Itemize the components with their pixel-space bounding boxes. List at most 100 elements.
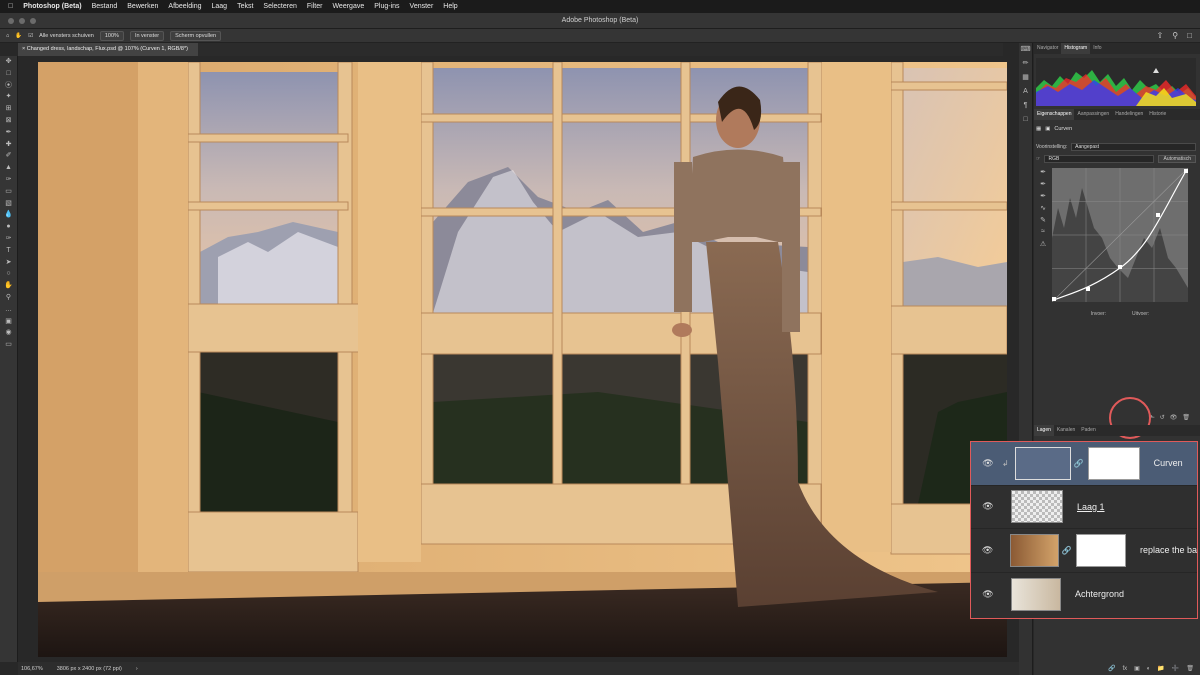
layer-name[interactable]: Curven	[1154, 458, 1183, 468]
menu-plugins[interactable]: Plug-ins	[374, 3, 399, 10]
preset-select[interactable]: Aangepast	[1071, 143, 1196, 151]
tab-historie[interactable]: Historie	[1146, 109, 1169, 120]
gray-point-eyedropper-icon[interactable]: ✒	[1037, 180, 1049, 192]
layer-thumbnail[interactable]	[1010, 533, 1059, 567]
window-controls[interactable]	[8, 18, 36, 24]
quick-mask-icon[interactable]: ◉	[0, 327, 17, 339]
layer-row-laag1[interactable]: 👁 Laag 1	[971, 486, 1197, 529]
type-tool-icon[interactable]: T	[0, 245, 17, 257]
libraries-icon[interactable]: ▦	[1019, 71, 1032, 85]
pen-tool-icon[interactable]: ✑	[0, 233, 17, 245]
layer-name[interactable]: replace the ba	[1140, 545, 1197, 555]
tab-lagen[interactable]: Lagen	[1034, 425, 1054, 436]
eraser-tool-icon[interactable]: ▭	[0, 186, 17, 198]
blur-tool-icon[interactable]: 💧	[0, 209, 17, 221]
home-icon[interactable]: ⌂	[6, 33, 9, 39]
eye-icon[interactable]: 👁	[977, 458, 999, 469]
hand-tool-icon[interactable]: ✋	[15, 33, 22, 39]
crop-tool-icon[interactable]: ⊞	[0, 103, 17, 115]
channel-select[interactable]: RGB	[1044, 155, 1155, 163]
menu-bestand[interactable]: Bestand	[92, 3, 118, 10]
link-icon[interactable]: 🔗	[1074, 459, 1084, 468]
curves-thumbnail-icon[interactable]	[1014, 446, 1071, 480]
layer-row-curven[interactable]: 👁 ↲ 🔗 Curven	[971, 442, 1197, 486]
fx-icon[interactable]: fx	[1122, 666, 1127, 672]
visibility-icon[interactable]: 👁	[1170, 414, 1178, 421]
hand-tool-icon[interactable]: ✋	[0, 280, 17, 292]
black-point-eyedropper-icon[interactable]: ✒	[1037, 168, 1049, 180]
tab-paden[interactable]: Paden	[1078, 425, 1098, 436]
menu-app[interactable]: Photoshop (Beta)	[23, 3, 81, 10]
menu-venster[interactable]: Venster	[410, 3, 434, 10]
glyphs-icon[interactable]: □	[1019, 113, 1032, 127]
learn-icon[interactable]: ✏	[1019, 57, 1032, 71]
marquee-tool-icon[interactable]: □	[0, 68, 17, 80]
trash-icon[interactable]: 🗑	[1186, 665, 1194, 672]
share-icon[interactable]: ⇧	[1157, 31, 1164, 40]
canvas-area[interactable]	[18, 56, 1019, 662]
link-layers-icon[interactable]: 🔗	[1108, 665, 1115, 672]
tab-handelingen[interactable]: Handelingen	[1112, 109, 1146, 120]
document-canvas[interactable]	[38, 62, 1007, 657]
tab-eigenschappen[interactable]: Eigenschappen	[1034, 109, 1075, 120]
workspace-icon[interactable]: □	[1187, 31, 1192, 40]
layer-row-replace[interactable]: 👁 🔗 replace the ba	[971, 529, 1197, 573]
menu-help[interactable]: Help	[443, 3, 457, 10]
adjustment-layer-icon[interactable]: ◐	[1147, 666, 1151, 672]
layer-name[interactable]: Laag 1	[1077, 502, 1105, 512]
layer-name[interactable]: Achtergrond	[1075, 589, 1124, 599]
menu-tekst[interactable]: Tekst	[237, 3, 253, 10]
zoom-tool-icon[interactable]: ⚲	[0, 292, 17, 304]
pencil-icon[interactable]: ✎	[1037, 216, 1049, 228]
eye-icon[interactable]: 👁	[977, 501, 999, 512]
tab-histogram[interactable]: Histogram	[1061, 43, 1091, 54]
curves-graph[interactable]	[1051, 167, 1189, 303]
eye-icon[interactable]: 👁	[977, 589, 999, 600]
gradient-tool-icon[interactable]: ▧	[0, 198, 17, 210]
search-icon[interactable]: ⚲	[1172, 31, 1178, 40]
fit-screen-button[interactable]: In venster	[129, 30, 165, 41]
character-icon[interactable]: A	[1019, 85, 1032, 99]
reset-icon[interactable]: ↺	[1160, 414, 1165, 421]
document-tab[interactable]: × Changed dress, landschap, Flux.psd @ 1…	[18, 43, 198, 56]
color-swatches-icon[interactable]: ▣	[0, 316, 17, 328]
menu-selecteren[interactable]: Selecteren	[263, 3, 296, 10]
layer-thumbnail[interactable]	[1011, 490, 1063, 524]
frame-tool-icon[interactable]: ⊠	[0, 115, 17, 127]
more-tools-icon[interactable]: …	[0, 304, 17, 316]
eyedropper-icon[interactable]: ✒	[0, 127, 17, 139]
group-icon[interactable]: 📁	[1157, 665, 1164, 672]
paragraph-icon[interactable]: ¶	[1019, 99, 1032, 113]
eye-icon[interactable]: 👁	[977, 545, 998, 556]
zoom-100-button[interactable]: 100%	[99, 30, 124, 41]
layer-thumbnail[interactable]	[1011, 577, 1061, 611]
menu-laag[interactable]: Laag	[212, 3, 228, 10]
white-point-eyedropper-icon[interactable]: ✒	[1037, 192, 1049, 204]
tab-info[interactable]: Info	[1090, 43, 1104, 54]
tab-kanalen[interactable]: Kanalen	[1054, 425, 1078, 436]
chevron-right-icon[interactable]: ›	[136, 666, 138, 672]
menu-filter[interactable]: Filter	[307, 3, 323, 10]
scroll-all-checkbox[interactable]: ☑	[28, 33, 33, 39]
comments-icon[interactable]: ⌨	[1019, 43, 1032, 57]
tab-navigator[interactable]: Navigator	[1034, 43, 1061, 54]
new-layer-icon[interactable]: ➕	[1172, 665, 1179, 672]
layer-row-achtergrond[interactable]: 👁 Achtergrond	[971, 573, 1197, 617]
menu-weergave[interactable]: Weergave	[332, 3, 364, 10]
on-image-adjust-icon[interactable]: ☞	[1036, 156, 1040, 162]
add-mask-icon[interactable]: ▣	[1134, 665, 1140, 672]
stamp-tool-icon[interactable]: ▲	[0, 162, 17, 174]
move-tool-icon[interactable]: ✥	[0, 56, 17, 68]
layer-mask[interactable]	[1075, 533, 1126, 567]
auto-button[interactable]: Automatisch	[1158, 155, 1196, 163]
warning-icon[interactable]: ⚠	[1037, 240, 1049, 252]
status-zoom[interactable]: 106,67%	[21, 666, 43, 672]
link-icon[interactable]: 🔗	[1062, 546, 1072, 555]
menu-bewerken[interactable]: Bewerken	[127, 3, 158, 10]
history-brush-icon[interactable]: ✑	[0, 174, 17, 186]
fill-screen-button[interactable]: Scherm opvullen	[170, 30, 222, 41]
menu-afbeelding[interactable]: Afbeelding	[168, 3, 201, 10]
brush-tool-icon[interactable]: ✐	[0, 150, 17, 162]
layer-mask[interactable]	[1087, 446, 1140, 480]
apple-icon[interactable]: 	[8, 3, 13, 10]
